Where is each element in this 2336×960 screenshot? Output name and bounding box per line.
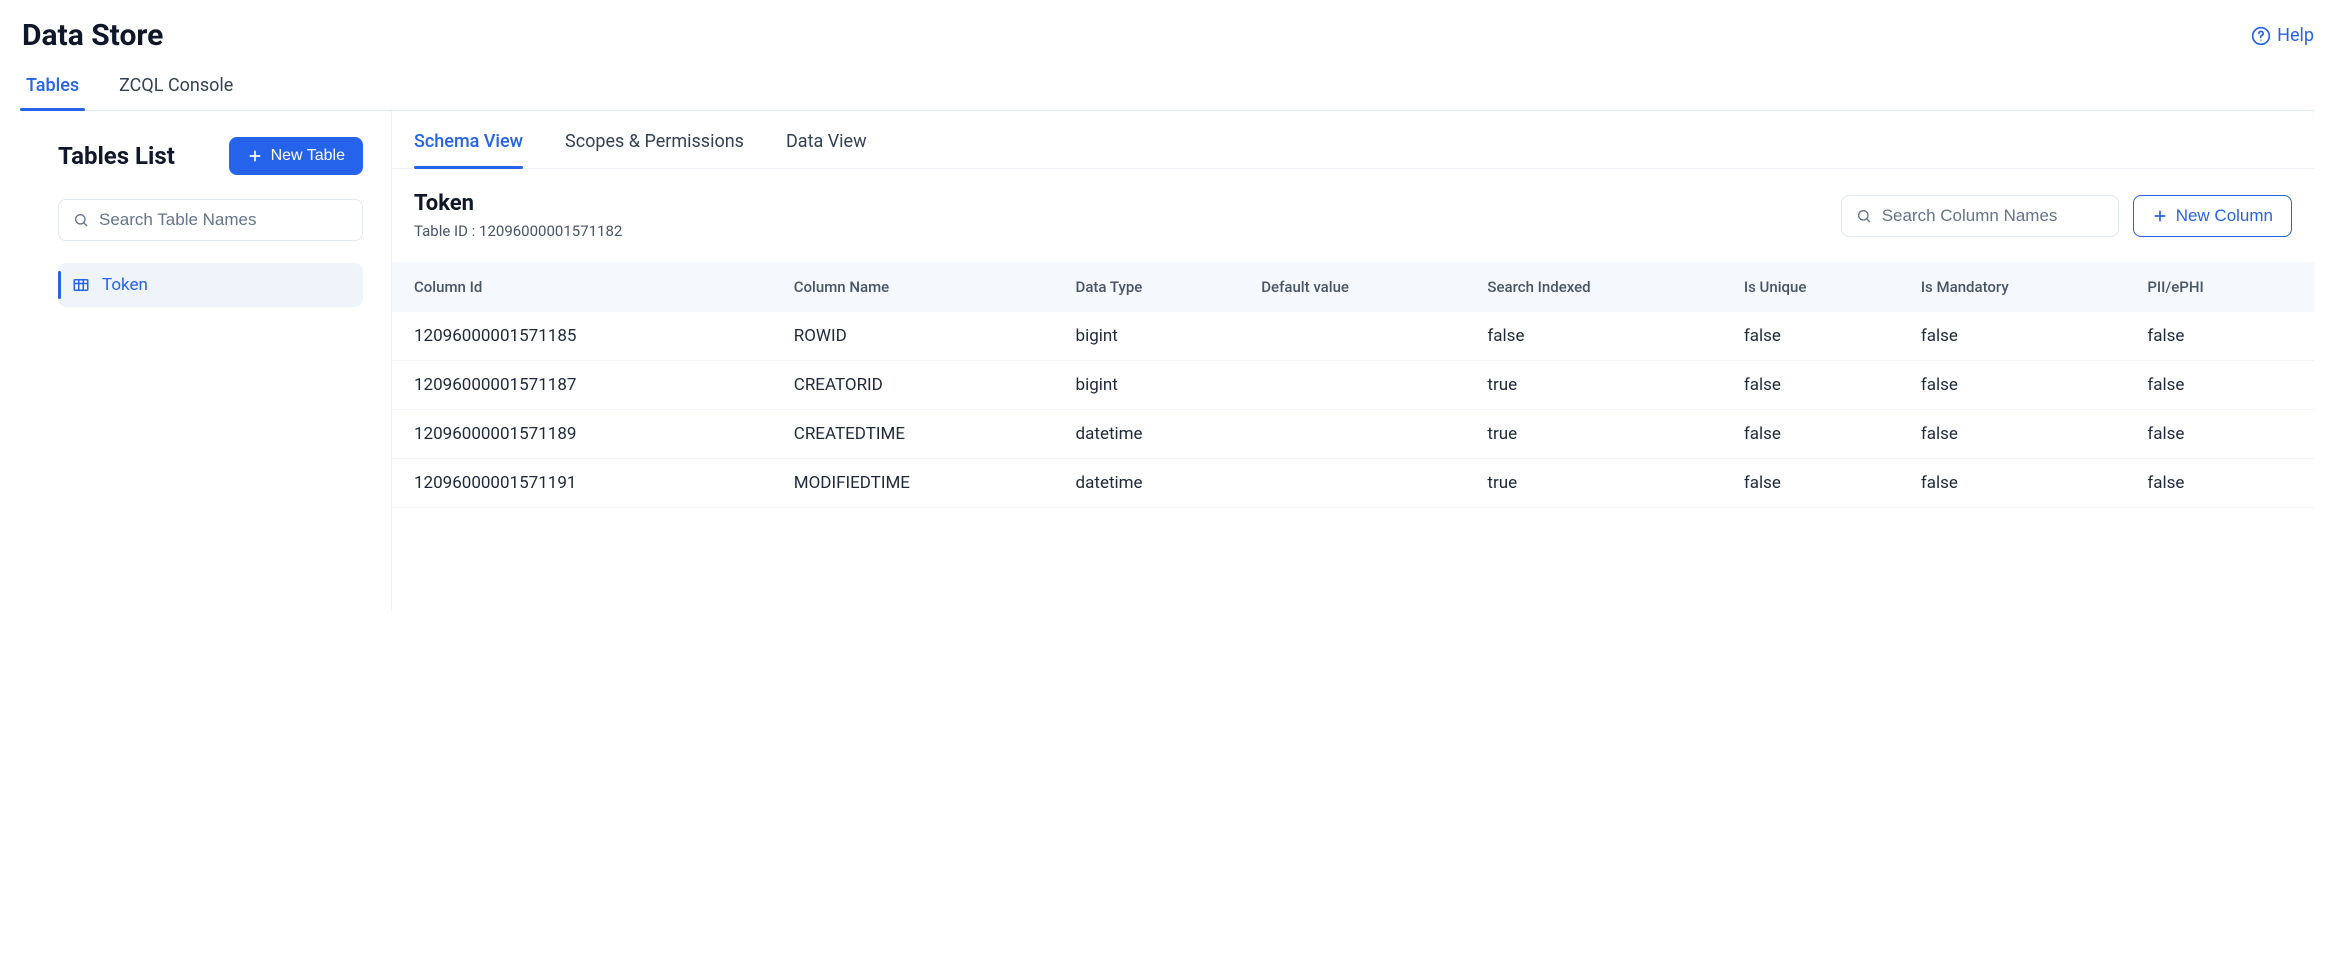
plus-icon bbox=[247, 148, 263, 164]
cell-default bbox=[1247, 459, 1473, 508]
cell-indexed: true bbox=[1473, 361, 1729, 410]
cell-indexed: true bbox=[1473, 459, 1729, 508]
cell-default bbox=[1247, 312, 1473, 361]
sub-tabs: Schema View Scopes & Permissions Data Vi… bbox=[392, 121, 2314, 169]
cell-type: datetime bbox=[1062, 459, 1248, 508]
tab-scopes-permissions[interactable]: Scopes & Permissions bbox=[565, 121, 744, 168]
top-tabs: Tables ZCQL Console bbox=[22, 75, 2314, 111]
plus-icon bbox=[2152, 208, 2168, 224]
cell-default bbox=[1247, 361, 1473, 410]
col-header-mandatory: Is Mandatory bbox=[1907, 262, 2134, 312]
new-column-label: New Column bbox=[2176, 206, 2273, 226]
cell-pii: false bbox=[2133, 459, 2314, 508]
new-column-button[interactable]: New Column bbox=[2133, 195, 2292, 237]
cell-id: 12096000001571189 bbox=[392, 410, 780, 459]
cell-indexed: false bbox=[1473, 312, 1729, 361]
col-header-pii: PII/ePHI bbox=[2133, 262, 2314, 312]
page-title: Data Store bbox=[22, 18, 163, 53]
main-panel: Schema View Scopes & Permissions Data Vi… bbox=[392, 111, 2314, 611]
schema-header-row: Column Id Column Name Data Type Default … bbox=[392, 262, 2314, 312]
table-id-label: Table ID : 12096000001571182 bbox=[414, 222, 622, 240]
col-header-unique: Is Unique bbox=[1730, 262, 1907, 312]
column-search-wrap bbox=[1841, 195, 2119, 237]
table-item-label: Token bbox=[102, 275, 148, 295]
cell-name: CREATEDTIME bbox=[780, 410, 1062, 459]
cell-pii: false bbox=[2133, 312, 2314, 361]
cell-unique: false bbox=[1730, 410, 1907, 459]
cell-mandatory: false bbox=[1907, 410, 2134, 459]
table-row[interactable]: 12096000001571187CREATORIDbiginttruefals… bbox=[392, 361, 2314, 410]
tab-zcql-console[interactable]: ZCQL Console bbox=[119, 75, 233, 110]
table-list: Token bbox=[58, 263, 363, 307]
col-header-indexed: Search Indexed bbox=[1473, 262, 1729, 312]
cell-default bbox=[1247, 410, 1473, 459]
cell-unique: false bbox=[1730, 361, 1907, 410]
cell-indexed: true bbox=[1473, 410, 1729, 459]
table-search-input[interactable] bbox=[99, 210, 348, 230]
column-search-input[interactable] bbox=[1882, 206, 2104, 226]
cell-unique: false bbox=[1730, 459, 1907, 508]
cell-id: 12096000001571187 bbox=[392, 361, 780, 410]
cell-id: 12096000001571185 bbox=[392, 312, 780, 361]
col-header-name: Column Name bbox=[780, 262, 1062, 312]
table-name-title: Token bbox=[414, 191, 622, 216]
cell-unique: false bbox=[1730, 312, 1907, 361]
search-icon bbox=[1856, 208, 1872, 224]
table-icon bbox=[72, 276, 90, 294]
cell-mandatory: false bbox=[1907, 312, 2134, 361]
help-label: Help bbox=[2277, 25, 2314, 46]
table-search-wrap bbox=[58, 199, 363, 241]
table-list-item-token[interactable]: Token bbox=[58, 263, 363, 307]
page-header: Data Store Help bbox=[22, 18, 2314, 53]
tab-schema-view[interactable]: Schema View bbox=[414, 121, 523, 168]
cell-pii: false bbox=[2133, 361, 2314, 410]
col-header-default: Default value bbox=[1247, 262, 1473, 312]
cell-mandatory: false bbox=[1907, 361, 2134, 410]
sidebar: Tables List New Table bbox=[22, 111, 392, 611]
help-link[interactable]: Help bbox=[2251, 25, 2314, 46]
main-header: Token Table ID : 12096000001571182 New C… bbox=[392, 169, 2314, 262]
help-icon bbox=[2251, 26, 2271, 46]
col-header-id: Column Id bbox=[392, 262, 780, 312]
new-table-button[interactable]: New Table bbox=[229, 137, 363, 175]
cell-mandatory: false bbox=[1907, 459, 2134, 508]
col-header-type: Data Type bbox=[1062, 262, 1248, 312]
cell-type: bigint bbox=[1062, 361, 1248, 410]
cell-pii: false bbox=[2133, 410, 2314, 459]
cell-name: MODIFIEDTIME bbox=[780, 459, 1062, 508]
table-row[interactable]: 12096000001571191MODIFIEDTIMEdatetime tru… bbox=[392, 459, 2314, 508]
cell-name: CREATORID bbox=[780, 361, 1062, 410]
cell-type: datetime bbox=[1062, 410, 1248, 459]
tab-data-view[interactable]: Data View bbox=[786, 121, 867, 168]
search-icon bbox=[73, 212, 89, 228]
tab-tables[interactable]: Tables bbox=[26, 75, 79, 110]
cell-type: bigint bbox=[1062, 312, 1248, 361]
cell-id: 12096000001571191 bbox=[392, 459, 780, 508]
table-row[interactable]: 12096000001571189CREATEDTIMEdatetime true… bbox=[392, 410, 2314, 459]
cell-name: ROWID bbox=[780, 312, 1062, 361]
table-row[interactable]: 12096000001571185ROWIDbigintfalsefalsefa… bbox=[392, 312, 2314, 361]
new-table-label: New Table bbox=[271, 147, 345, 165]
schema-table: Column Id Column Name Data Type Default … bbox=[392, 262, 2314, 508]
sidebar-title: Tables List bbox=[58, 142, 175, 170]
